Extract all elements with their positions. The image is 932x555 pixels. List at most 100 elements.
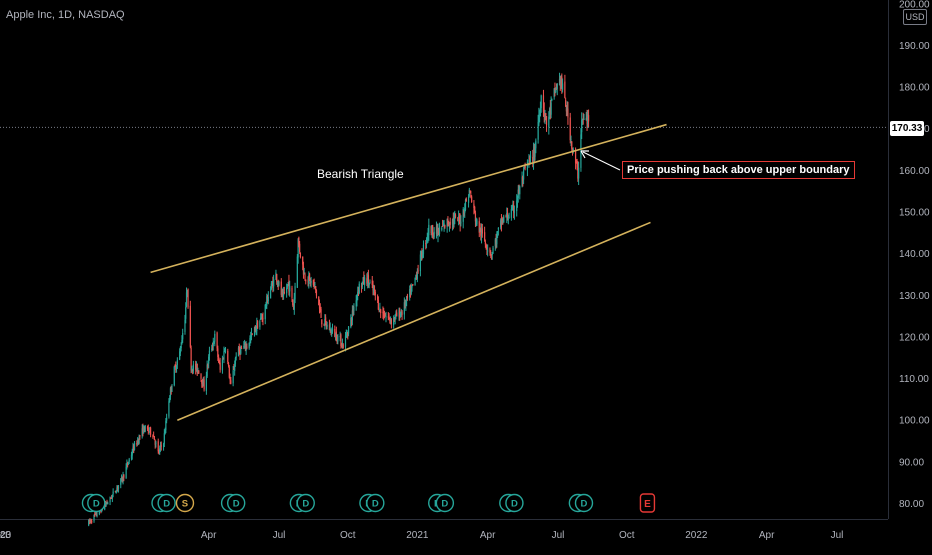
candle-body — [321, 319, 323, 325]
candle-body — [374, 292, 376, 295]
candle-body — [444, 224, 446, 228]
candle-body — [513, 210, 516, 214]
candle-body — [578, 167, 580, 179]
candle-body — [208, 350, 211, 356]
candle-body — [337, 335, 339, 342]
chart-area[interactable]: 80.00 90.00 100.00 110.00 120.00 130.00 140.00… — [0, 0, 932, 550]
x-tick-label: Oct — [619, 530, 635, 541]
y-tick-label: 100.00 — [899, 416, 930, 427]
candle-body — [364, 277, 366, 286]
candle-body — [471, 196, 473, 203]
candle-body — [128, 459, 130, 462]
candle-body — [465, 198, 467, 202]
candle-body — [326, 325, 328, 327]
candle-body — [221, 358, 224, 371]
candle-body — [441, 227, 443, 230]
candle-body — [551, 98, 553, 101]
candle-body — [192, 364, 194, 372]
candle-body — [144, 425, 146, 432]
candle-body — [251, 333, 253, 335]
candle-body — [200, 374, 202, 379]
candle-body — [276, 274, 278, 282]
candle-body — [291, 287, 293, 299]
candle-body — [561, 83, 564, 90]
candle-body — [449, 221, 451, 225]
candle-body — [123, 474, 125, 478]
earnings-upcoming-label: E — [644, 499, 651, 510]
candle-body — [433, 231, 435, 238]
candle-body — [422, 244, 425, 255]
callout-arrow-line — [582, 151, 621, 171]
y-tick-label: 80.00 — [899, 499, 924, 510]
candle-body — [535, 140, 537, 149]
candle-body — [246, 346, 248, 348]
symbol-title: Apple Inc, 1D, NASDAQ — [6, 9, 125, 21]
candle-body — [96, 514, 98, 516]
event-marker-label: D — [233, 499, 240, 510]
candle-body — [390, 319, 392, 324]
candle-body — [380, 309, 382, 314]
y-tick-label: 110.00 — [899, 374, 929, 385]
y-tick-label: 190.00 — [899, 41, 930, 52]
candle-body — [283, 292, 285, 294]
y-tick-label: 150.00 — [899, 208, 930, 219]
candle-body — [240, 348, 242, 354]
candle-body — [331, 328, 334, 332]
candle-body — [545, 116, 548, 126]
candle-body — [214, 333, 216, 342]
candle-body — [492, 247, 494, 254]
candle-body — [163, 433, 165, 444]
candle-body — [273, 278, 275, 287]
candle-body — [377, 300, 379, 310]
candle-body — [168, 401, 170, 417]
candle-body — [508, 216, 510, 218]
candle-body — [570, 139, 572, 141]
candle-body — [166, 417, 168, 421]
candle-body — [519, 186, 521, 195]
candle-body — [289, 286, 291, 292]
candle-body — [310, 280, 312, 283]
candle-body — [388, 315, 390, 317]
event-marker-label: S — [182, 499, 188, 510]
candle-body — [235, 356, 237, 358]
candle-body — [417, 270, 419, 272]
event-marker-label: D — [372, 499, 379, 510]
candle-body — [524, 165, 526, 169]
candle-body — [406, 295, 409, 299]
event-marker-label: D — [302, 499, 309, 510]
candle-body — [223, 351, 225, 360]
candle-body — [487, 250, 489, 252]
candle-body — [438, 227, 441, 234]
candle-body — [545, 113, 547, 116]
candle-body — [155, 442, 157, 444]
candle-body — [299, 243, 301, 252]
candle-body — [460, 221, 462, 224]
candle-body — [240, 347, 243, 349]
candle-body — [347, 326, 350, 334]
currency-unit-badge[interactable]: USD — [903, 9, 927, 25]
candle-body — [219, 362, 221, 370]
candle-body — [564, 81, 566, 98]
candle-body — [320, 308, 322, 318]
candle-body — [262, 317, 264, 320]
candlestick-chart[interactable]: 80.00 90.00 100.00 110.00 120.00 130.00 140.00… — [0, 0, 932, 550]
event-marker-label: D — [441, 499, 448, 510]
callout-label[interactable]: Price pushing back above upper boundary — [622, 161, 855, 179]
candle-body — [259, 321, 261, 327]
x-tick-label: Apr — [201, 530, 217, 541]
candle-body — [232, 370, 234, 384]
candle-body — [396, 312, 398, 317]
candle-body — [224, 349, 227, 352]
candle-body — [133, 443, 136, 450]
lower-trendline — [177, 221, 651, 421]
candle-body — [507, 218, 509, 221]
candle-body — [567, 108, 569, 118]
y-tick-label: 140.00 — [899, 249, 930, 260]
candle-body — [358, 283, 360, 294]
candle-body — [540, 95, 542, 109]
candle-body — [185, 307, 187, 319]
last-price-tag: 170.33 — [890, 121, 924, 136]
candle-body — [189, 305, 191, 347]
candle-body — [91, 521, 93, 523]
x-tick-label: Apr — [480, 530, 496, 541]
